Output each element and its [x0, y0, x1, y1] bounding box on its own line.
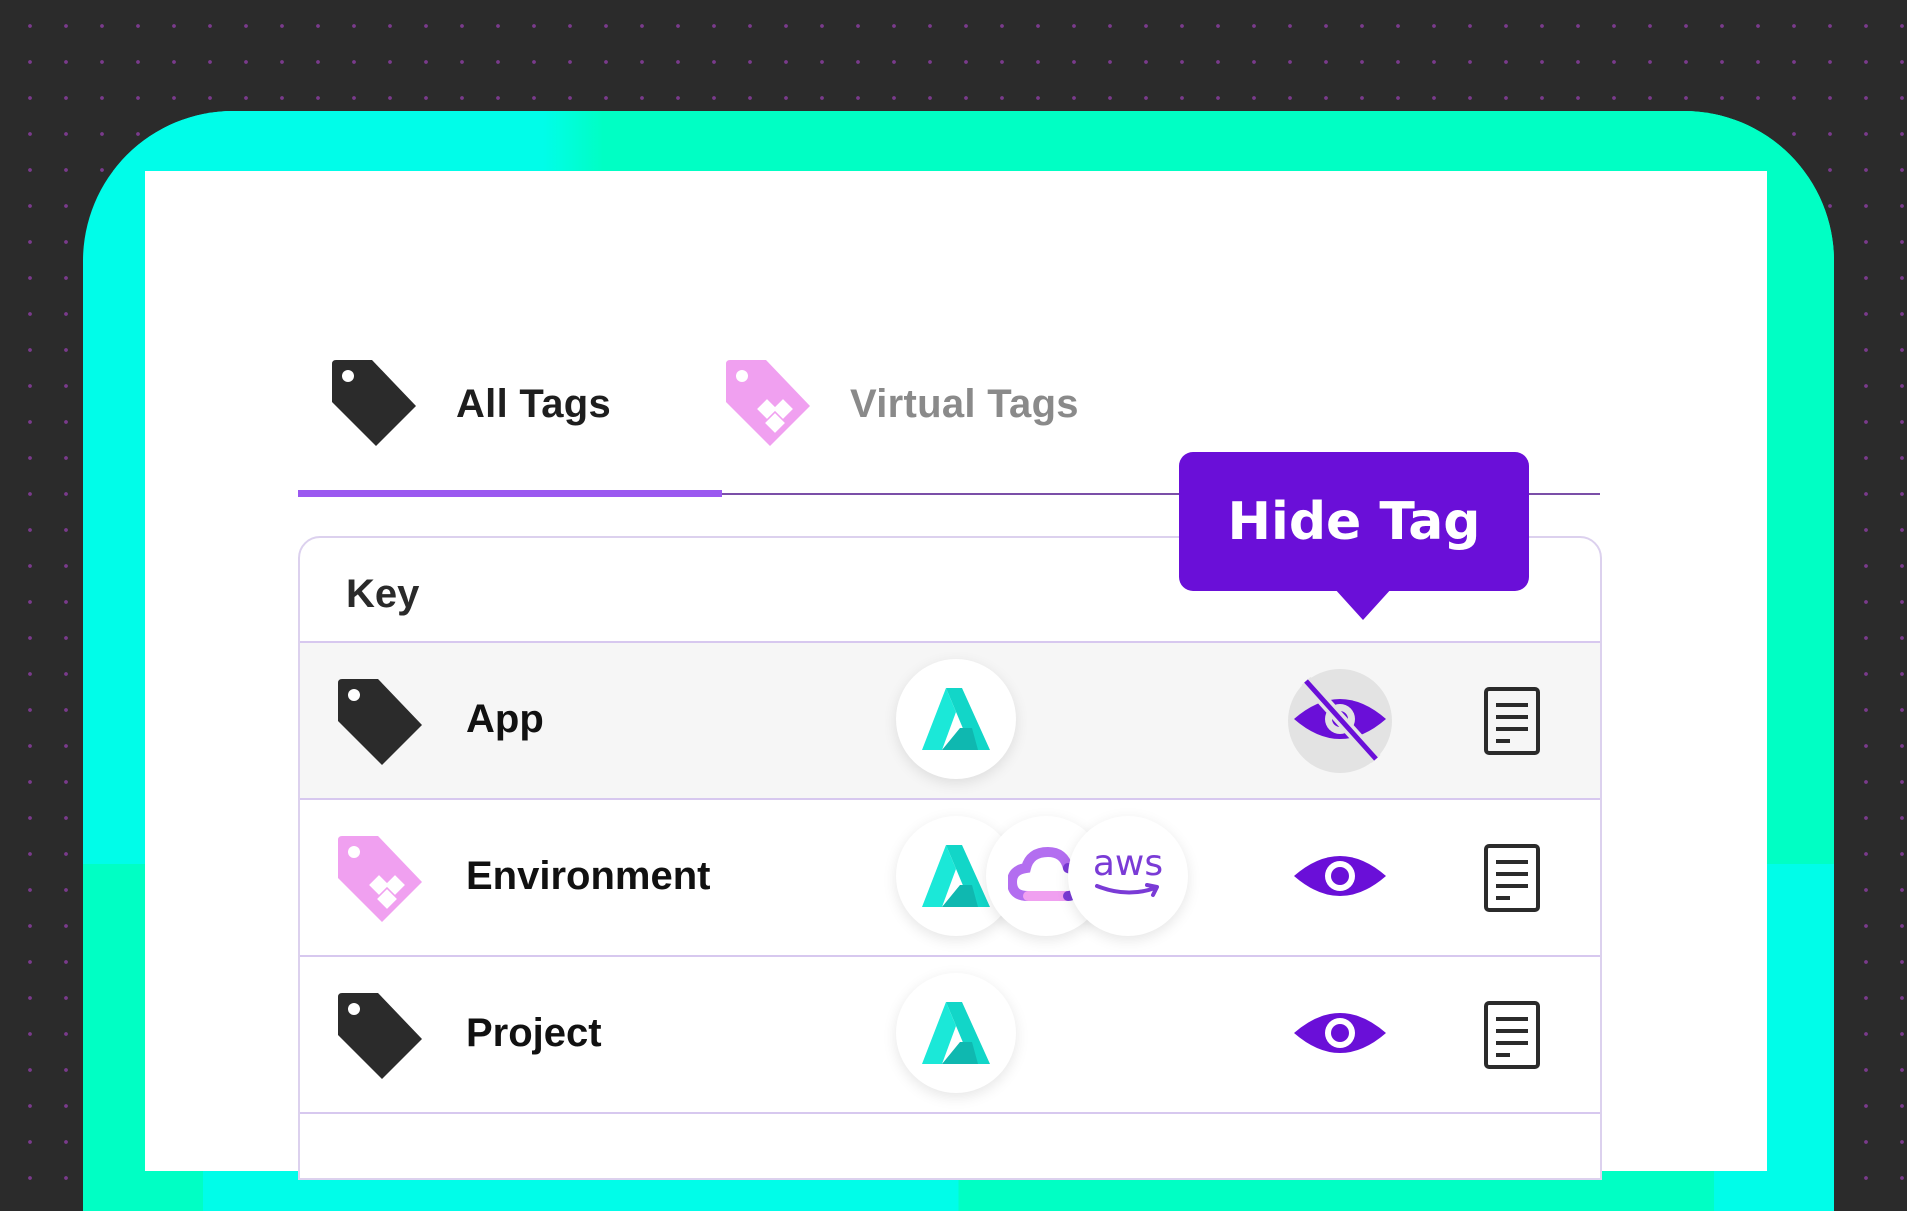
- details-button[interactable]: [1484, 687, 1540, 755]
- document-icon: [1484, 1001, 1540, 1073]
- aws-logo: aws: [1068, 816, 1188, 936]
- virtual-tag-icon: [334, 830, 426, 931]
- azure-icon: [896, 973, 1016, 1093]
- hide-tag-button[interactable]: [1288, 669, 1392, 773]
- document-icon: [1484, 844, 1540, 916]
- tab-all-tags[interactable]: All Tags: [328, 354, 611, 455]
- eye-off-icon: [1290, 673, 1390, 770]
- tag-icon: [334, 987, 426, 1088]
- table-row[interactable]: Project: [300, 957, 1600, 1114]
- frame-top-band: [83, 111, 1834, 171]
- table-row[interactable]: [300, 1114, 1600, 1178]
- column-header-key: Key: [346, 572, 420, 616]
- tab-label: Virtual Tags: [850, 382, 1079, 426]
- tag-icon: [328, 354, 420, 455]
- details-button[interactable]: [1484, 1001, 1540, 1069]
- tooltip-text: Hide Tag: [1227, 491, 1481, 552]
- eye-icon: [1290, 846, 1390, 911]
- details-button[interactable]: [1484, 844, 1540, 912]
- tags-table: Key App Environment aws Project: [298, 536, 1602, 1180]
- tag-name: Environment: [466, 854, 711, 898]
- tab-label: All Tags: [456, 382, 612, 426]
- document-icon: [1484, 687, 1540, 759]
- virtual-tag-icon: [722, 354, 814, 455]
- hide-tag-tooltip: Hide Tag: [1179, 452, 1529, 591]
- tab-virtual-tags[interactable]: Virtual Tags: [722, 354, 1079, 455]
- eye-icon: [1290, 1003, 1390, 1068]
- table-row[interactable]: Environment aws: [300, 800, 1600, 957]
- azure-icon: [896, 659, 1016, 779]
- hide-tag-button[interactable]: [1288, 983, 1392, 1087]
- tooltip-arrow: [1334, 588, 1392, 620]
- table-row[interactable]: App: [300, 643, 1600, 800]
- hide-tag-button[interactable]: [1288, 826, 1392, 930]
- tag-name: Project: [466, 1011, 602, 1055]
- tag-icon: [334, 673, 426, 774]
- tag-name: App: [466, 697, 544, 741]
- aws-label: aws: [1092, 843, 1164, 884]
- active-tab-indicator: [298, 490, 722, 497]
